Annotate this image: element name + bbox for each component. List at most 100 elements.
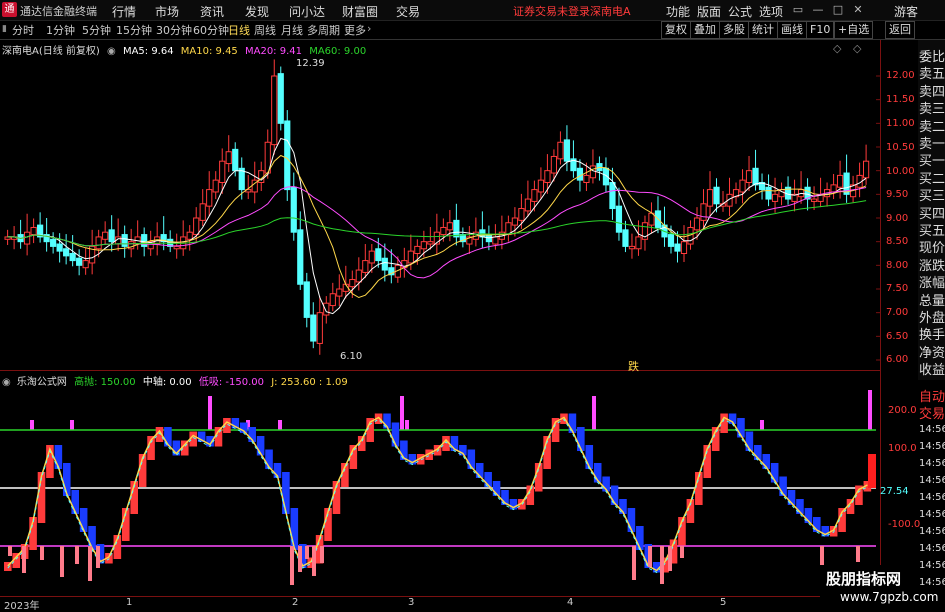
candle-body [368,250,375,264]
candle-body [50,238,57,247]
menu-ask[interactable]: 问小达 [289,3,325,20]
period-30min[interactable]: 30分钟 [156,22,192,38]
menu-formula[interactable]: 公式 [728,3,752,20]
menu-layout[interactable]: 版面 [697,3,721,20]
candle-body [336,288,343,297]
tick-time: 14:56 [919,543,945,554]
candle-body [76,257,83,266]
add-watchlist-button[interactable]: +自选 [834,21,874,39]
indicator-chart[interactable] [0,384,880,596]
tick-time: 14:56 [919,492,945,503]
tick-time: 14:56 [919,441,945,452]
period-1min[interactable]: 1分钟 [46,22,75,38]
candle-body [674,243,681,252]
candle-body [440,226,447,236]
period-weekly[interactable]: 周线 [254,22,276,38]
candle-body [615,205,623,233]
price-tick-label: 6.50 [886,331,909,342]
candle-body [95,236,102,250]
candle-body [219,160,226,183]
top-signal-bar [868,390,872,430]
toolbar-grip-icon: ▮ [2,24,7,34]
draw-button[interactable]: 画线 [777,21,807,39]
candle-body [349,279,356,288]
quote-side-item: 交易 [919,407,945,422]
candle-body [102,231,109,240]
candle-body [414,245,421,254]
bottom-signal-bar [96,546,100,568]
bottom-signal-bar [40,546,44,560]
stats-button[interactable]: 统计 [748,21,778,39]
period-15min[interactable]: 15分钟 [116,22,152,38]
quote-side-item: 买一 [919,154,945,170]
watermark-url: www.7gpzb.com [840,590,939,604]
date-label: 4 [567,597,574,608]
candle-body [232,148,239,172]
overlay-button[interactable]: 叠加 [690,21,720,39]
login-status[interactable]: 证券交易未登录 [513,3,590,19]
watermark-title: 股朋指标网 [826,570,902,588]
quote-side-item: 外盘 [919,311,945,326]
restore-icon[interactable]: ▭ [790,2,806,17]
back-button[interactable]: 返回 [885,21,915,39]
candle-body [518,208,525,221]
candle-body [771,193,779,202]
candle-body [635,236,642,250]
period-tick[interactable]: 分时 [12,22,34,38]
bottom-signal-bar [75,546,79,564]
candle-body [680,241,688,255]
candle-body [544,170,551,184]
chevron-right-icon[interactable]: › [367,22,371,35]
kline-chart[interactable] [0,40,880,370]
menu-function[interactable]: 功能 [666,3,690,20]
candle-body [381,257,388,271]
candle-body [199,203,206,221]
candle-body [63,248,70,257]
candle-body [492,236,499,245]
candle-body [271,75,278,146]
tick-time: 14:56 [919,577,945,588]
period-multi[interactable]: 多周期 [307,22,340,38]
menu-market[interactable]: 市场 [155,3,179,20]
price-tick-label: 12.00 [886,70,915,81]
top-signal-bar [30,420,34,430]
candle-body [121,234,128,247]
candle-body [108,229,115,243]
candle-body [446,222,453,231]
top-signal-bar [208,396,212,430]
menu-wealth[interactable]: 财富圈 [342,3,378,20]
menu-trade[interactable]: 交易 [396,3,420,20]
quote-side-item: 买二 [919,171,945,187]
ma20-label: MA20: 9.41 [244,46,302,57]
bottom-signal-bar [88,546,92,581]
top-signal-bar [405,420,409,430]
adjust-button[interactable]: 复权 [661,21,691,39]
tick-time: 14:56 [919,458,945,469]
tick-time: 14:56 [919,424,945,435]
maximize-icon[interactable]: □ [830,2,846,17]
menu-discover[interactable]: 发现 [245,3,269,20]
candle-body [323,302,330,316]
minimize-icon[interactable]: — [810,2,826,17]
period-more[interactable]: 更多 [344,22,366,38]
period-5min[interactable]: 5分钟 [82,22,111,38]
quote-side-item: 卖五 [919,67,945,83]
candle-body [537,179,545,193]
ma5-label: MA5: 9.64 [122,46,174,57]
candle-body [362,260,369,273]
menu-options[interactable]: 选项 [759,3,783,20]
close-icon[interactable]: ✕ [850,2,866,17]
period-60min[interactable]: 60分钟 [193,22,229,38]
candle-body [667,234,675,247]
visitor-label[interactable]: 游客 [894,3,918,20]
menu-quotes[interactable]: 行情 [112,3,136,20]
candle-body [693,217,701,231]
f10-button[interactable]: F10 [806,21,835,39]
price-tick-label: 7.50 [886,283,909,294]
multi-stock-button[interactable]: 多股 [719,21,749,39]
period-daily[interactable]: 日线 [228,22,250,38]
candle-body [316,312,323,344]
period-monthly[interactable]: 月线 [281,22,303,38]
candle-body [589,165,597,179]
menu-news[interactable]: 资讯 [200,3,224,20]
